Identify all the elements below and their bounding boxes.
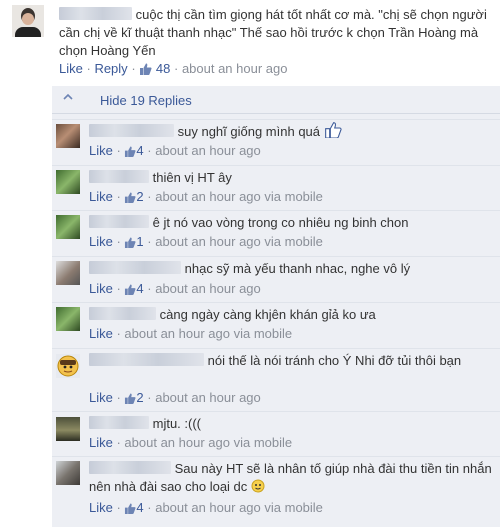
reply-actions: Like · 2 · about an hour ago [89, 390, 261, 408]
reply-author-blurred[interactable] [89, 353, 204, 366]
reply-item: ê jt nó vao vòng trong co nhiêu ng binh … [52, 210, 500, 256]
main-comment: cuộc thị cần tìm giọng hát tốt nhất cơ m… [0, 0, 500, 86]
reply-author-blurred[interactable] [89, 124, 174, 137]
reply-avatar[interactable] [56, 307, 80, 331]
reply-like-count[interactable]: 4 [136, 281, 143, 296]
reply-like-count[interactable]: 4 [136, 143, 143, 158]
reply-timestamp[interactable]: about an hour ago [155, 234, 261, 249]
reply-actions: Like · 2 · about an hour ago via mobile [89, 189, 323, 207]
reply-item: suy nghĩ giống mình quá Like · 4 · about… [52, 119, 500, 165]
reply-avatar[interactable] [56, 215, 80, 239]
thumbs-up-icon [124, 283, 136, 299]
reply-item: mjtu. :((( Like · about an hour ago via m… [52, 411, 500, 456]
reply-text: nhạc sỹ mà yếu thanh nhac, nghe vô lý [184, 261, 411, 276]
reply-item: càng ngày càng khjên khán gỉả ko ưa Like … [52, 302, 500, 348]
timestamp[interactable]: about an hour ago [182, 61, 288, 76]
reply-item: nói thế là nói tránh cho Ý Nhi đỡ tủi th… [52, 348, 500, 411]
reply-actions: Like · 4 · about an hour ago via mobile [89, 500, 323, 518]
reply-text: mjtu. :((( [152, 416, 202, 431]
reply-via-mobile: via mobile [264, 500, 323, 515]
reply-timestamp[interactable]: about an hour ago [155, 390, 261, 405]
reply-author-blurred[interactable] [89, 170, 149, 183]
reply-via-mobile: via mobile [264, 234, 323, 249]
reply-body: nhạc sỹ mà yếu thanh nhac, nghe vô lý [89, 260, 494, 278]
thumbs-up-emoticon-icon [324, 122, 342, 143]
reply-timestamp[interactable]: about an hour ago [155, 500, 261, 515]
reply-author-blurred[interactable] [89, 261, 181, 274]
reply-body: mjtu. :((( [89, 415, 494, 433]
reply-avatar[interactable] [56, 170, 80, 194]
commenter-name-blurred[interactable] [59, 7, 132, 20]
thumbs-up-icon [124, 236, 136, 252]
reply-like-link[interactable]: Like [89, 326, 113, 341]
reply-author-blurred[interactable] [89, 416, 149, 429]
reply-like-link[interactable]: Like [89, 281, 113, 296]
reply-body: nói thế là nói tránh cho Ý Nhi đỡ tủi th… [89, 352, 494, 370]
reply-timestamp[interactable]: about an hour ago [155, 143, 261, 158]
reply-actions: Like · 4 · about an hour ago [89, 281, 261, 299]
hide-replies-row[interactable]: Hide 19 Replies [52, 86, 500, 114]
reply-actions: Like · about an hour ago via mobile [89, 326, 293, 341]
reply-like-link[interactable]: Like [89, 143, 113, 158]
thumbs-up-icon [139, 63, 152, 79]
reply-actions: Like · 4 · about an hour ago [89, 143, 261, 161]
reply-timestamp[interactable]: about an hour ago [155, 281, 261, 296]
reply-like-link[interactable]: Like [89, 500, 113, 515]
reply-like-count[interactable]: 1 [136, 234, 143, 249]
reply-link[interactable]: Reply [94, 61, 127, 76]
reply-actions: Like · about an hour ago via mobile [89, 435, 293, 450]
reply-body: ê jt nó vao vòng trong co nhiêu ng binh … [89, 214, 494, 232]
reply-like-link[interactable]: Like [89, 234, 113, 249]
reply-item: thiên vị HT ây Like · 2 · about an hour a… [52, 165, 500, 210]
reply-like-count[interactable]: 2 [136, 390, 143, 405]
reply-avatar[interactable] [56, 417, 80, 441]
like-link[interactable]: Like [59, 61, 83, 76]
reply-via-mobile: via mobile [233, 326, 293, 341]
reply-author-blurred[interactable] [89, 307, 156, 320]
commenter-avatar[interactable] [12, 5, 44, 37]
reply-text: thiên vị HT ây [152, 170, 232, 185]
comment-actions: Like · Reply · 48 · about an hour ago [59, 61, 287, 79]
reply-like-link[interactable]: Like [89, 390, 113, 405]
chevron-up-icon [63, 92, 73, 104]
reply-via-mobile: via mobile [233, 435, 293, 450]
reply-via-mobile: via mobile [264, 189, 323, 204]
reply-like-link[interactable]: Like [89, 435, 113, 450]
reply-like-link[interactable]: Like [89, 189, 113, 204]
reply-timestamp[interactable]: about an hour ago [155, 189, 261, 204]
thumbs-up-icon [124, 502, 136, 518]
reply-like-count[interactable]: 2 [136, 189, 143, 204]
reply-body: Sau này HT sẽ là nhân tố giúp nhà đài th… [89, 460, 494, 498]
reply-avatar[interactable] [56, 354, 80, 378]
smiley-emoticon-icon [251, 479, 265, 498]
reply-avatar[interactable] [56, 261, 80, 285]
reply-text: càng ngày càng khjên khán gỉả ko ưa [159, 307, 376, 322]
reply-text: suy nghĩ giống mình quá [177, 124, 321, 139]
reply-item: Sau này HT sẽ là nhân tố giúp nhà đài th… [52, 456, 500, 527]
thumbs-up-icon [124, 392, 136, 408]
reply-text: ê jt nó vao vòng trong co nhiêu ng binh … [152, 215, 409, 230]
reply-timestamp[interactable]: about an hour ago [124, 326, 230, 341]
replies-panel: Hide 19 Replies suy nghĩ giống mình quá … [52, 86, 500, 527]
reply-body: thiên vị HT ây [89, 169, 494, 187]
comment-body: cuộc thị cần tìm giọng hát tốt nhất cơ m… [59, 6, 489, 60]
like-count[interactable]: 48 [156, 61, 170, 76]
reply-avatar[interactable] [56, 461, 80, 485]
reply-item: nhạc sỹ mà yếu thanh nhac, nghe vô lý Lik… [52, 256, 500, 302]
reply-timestamp[interactable]: about an hour ago [124, 435, 230, 450]
thumbs-up-icon [124, 145, 136, 161]
thumbs-up-icon [124, 191, 136, 207]
reply-like-count[interactable]: 4 [136, 500, 143, 515]
reply-author-blurred[interactable] [89, 215, 149, 228]
reply-text: nói thế là nói tránh cho Ý Nhi đỡ tủi th… [207, 353, 462, 368]
reply-avatar[interactable] [56, 124, 80, 148]
reply-actions: Like · 1 · about an hour ago via mobile [89, 234, 323, 252]
hide-replies-link[interactable]: Hide 19 Replies [100, 93, 192, 108]
reply-body: càng ngày càng khjên khán gỉả ko ưa [89, 306, 494, 324]
reply-body: suy nghĩ giống mình quá [89, 122, 494, 143]
reply-author-blurred[interactable] [89, 461, 171, 474]
